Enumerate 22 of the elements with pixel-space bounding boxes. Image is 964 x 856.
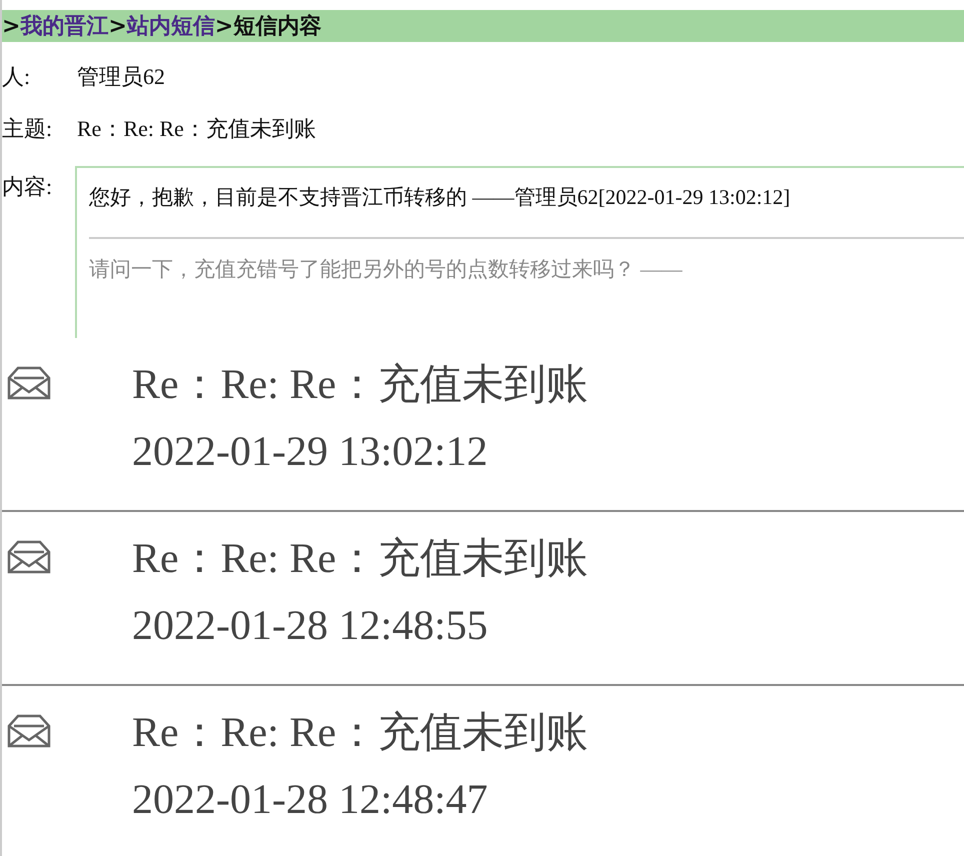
message-item[interactable]: Re：Re: Re：充值未到账 2022-01-28 12:48:55	[2, 512, 964, 686]
subject-text: Re：Re: Re：充值未到账	[77, 115, 316, 143]
breadcrumb-separator: >	[214, 14, 234, 38]
breadcrumb-link[interactable]: 我的晋江	[20, 11, 108, 41]
field-label: 人:	[2, 63, 32, 91]
breadcrumb-current: 短信内容	[233, 12, 322, 41]
message-time: 2022-01-28 12:48:47	[132, 776, 489, 824]
message-item[interactable]: Re：Re: Re：充值未到账 2022-01-29 13:02:12	[2, 338, 964, 512]
message-subject: Re：Re: Re：充值未到账	[132, 535, 588, 584]
breadcrumb-separator: >	[108, 14, 127, 38]
reply-text: 您好，抱歉，目前是不支持晋江币转移的 ——管理员62[2022-01-29 13:02:12]	[89, 184, 792, 211]
breadcrumb-separator: >	[2, 14, 20, 38]
sender-name: 管理员62	[77, 63, 165, 91]
message-time: 2022-01-28 12:48:55	[132, 602, 489, 650]
message-subject: Re：Re: Re：充值未到账	[132, 709, 588, 758]
breadcrumb-link[interactable]: 站内短信	[126, 11, 215, 41]
message-subject: Re：Re: Re：充值未到账	[132, 361, 588, 410]
message-item[interactable]: Re：Re: Re：充值未到账 2022-01-28 12:48:47	[2, 686, 964, 856]
field-label: 主题:	[2, 115, 54, 143]
message-time: 2022-01-29 13:02:12	[132, 428, 489, 476]
quoted-text: 请问一下，充值充错号了能把另外的号的点数转移过来吗？ ——	[89, 256, 684, 283]
field-label: 内容:	[2, 173, 54, 201]
